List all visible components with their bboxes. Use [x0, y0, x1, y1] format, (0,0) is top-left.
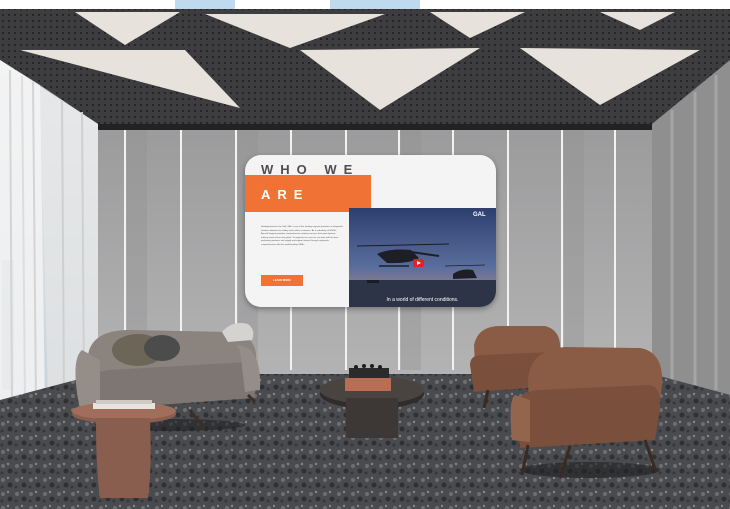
sky-strip	[0, 0, 730, 9]
learn-more-button[interactable]: LEARN MORE	[261, 275, 303, 286]
video-frame-helicopter	[349, 208, 496, 307]
gal-logo: GAL	[473, 212, 486, 218]
video-player[interactable]: GAL In a world of different conditions.	[349, 208, 496, 307]
ceiling	[0, 9, 730, 124]
screen-heading-line-2: ARE	[261, 187, 310, 202]
play-icon	[417, 261, 421, 265]
lounge-room-scene: WHO WE ARE Headquartered in the Gulf, GA…	[0, 0, 730, 509]
wall-display-screen: WHO WE ARE Headquartered in the Gulf, GA…	[245, 155, 496, 307]
video-caption: In a world of different conditions.	[386, 297, 459, 303]
play-button[interactable]	[413, 259, 424, 267]
screen-body-text: Headquartered in the Gulf, GAL is one of…	[261, 226, 343, 246]
